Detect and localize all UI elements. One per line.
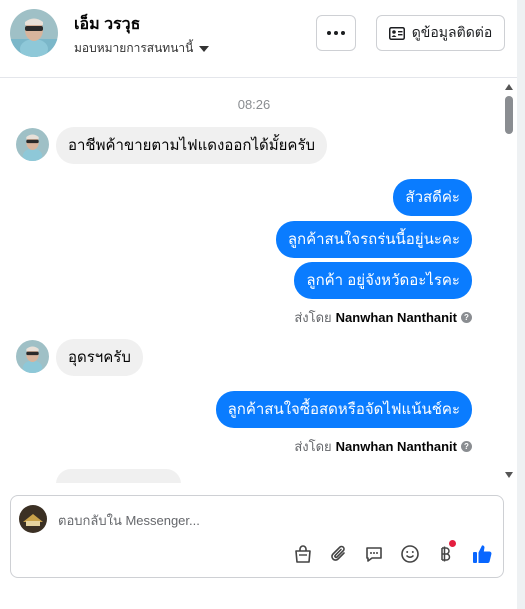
- saved-reply-icon[interactable]: [362, 542, 386, 566]
- conversation-panel: เอ็ม วรวุธ มอบหมายการสนทนานี้ ดูข้อมูลติ…: [0, 0, 517, 609]
- outgoing-message[interactable]: ลูกค้าสนใจซื้อสดหรือจัดไฟแน้นช์คะ: [215, 391, 472, 428]
- view-contact-info-label: ดูข้อมูลติดต่อ: [411, 24, 493, 40]
- sender-name: Nanwhan Nanthanit: [335, 310, 457, 325]
- paperclip-icon[interactable]: [327, 542, 351, 566]
- sent-by-prefix: ส่งโดย: [294, 310, 332, 325]
- scroll-thumb[interactable]: [505, 96, 513, 134]
- contact-avatar-small[interactable]: [16, 340, 49, 373]
- message-thread: 08:26 อาชีพค้าขายตามไฟแดงออกได้มั้ยครับ …: [0, 78, 517, 483]
- assign-conversation-label: มอบหมายการสนทนานี้: [74, 41, 194, 55]
- reply-composer: [10, 495, 504, 578]
- reply-input[interactable]: [58, 509, 478, 531]
- incoming-message-partial[interactable]: [56, 469, 181, 483]
- scroll-up-arrow-icon[interactable]: [505, 84, 513, 90]
- baht-payment-icon[interactable]: [433, 540, 457, 566]
- contact-avatar-small[interactable]: [16, 128, 49, 161]
- more-dots-icon: [327, 31, 345, 35]
- assign-conversation-dropdown[interactable]: มอบหมายการสนทนานี้: [74, 39, 210, 58]
- thumbs-up-icon[interactable]: [470, 542, 494, 566]
- sender-name: Nanwhan Nanthanit: [335, 439, 457, 454]
- conversation-header: เอ็ม วรวุธ มอบหมายการสนทนานี้ ดูข้อมูลติ…: [0, 0, 517, 78]
- message-timestamp: 08:26: [237, 97, 271, 112]
- outgoing-message[interactable]: ลูกค้า อยู่จังหวัดอะไรคะ: [294, 262, 472, 299]
- contact-avatar[interactable]: [10, 9, 58, 57]
- outgoing-message[interactable]: สัวสดีค่ะ: [393, 179, 472, 216]
- help-icon[interactable]: ?: [461, 312, 472, 323]
- emoji-icon[interactable]: [398, 542, 422, 566]
- scroll-down-arrow-icon[interactable]: [505, 472, 513, 478]
- contact-name[interactable]: เอ็ม วรวุธ: [74, 12, 140, 37]
- more-options-button[interactable]: [316, 15, 356, 51]
- outgoing-message[interactable]: ลูกค้าสนใจรถร่นนี้อยู่นะคะ: [275, 221, 472, 258]
- help-icon[interactable]: ?: [461, 441, 472, 452]
- incoming-message[interactable]: อาชีพค้าขายตามไฟแดงออกได้มั้ยครับ: [56, 127, 328, 164]
- contact-card-icon: [388, 26, 405, 40]
- thread-scrollbar[interactable]: [503, 78, 515, 483]
- view-contact-info-button[interactable]: ดูข้อมูลติดต่อ: [376, 15, 505, 51]
- chevron-down-icon: [199, 45, 210, 52]
- sent-by-label: ส่งโดย Nanwhan Nanthanit ?: [294, 436, 472, 457]
- page-avatar: [19, 505, 47, 533]
- notification-dot: [449, 540, 456, 547]
- sent-by-prefix: ส่งโดย: [294, 439, 332, 454]
- sent-by-label: ส่งโดย Nanwhan Nanthanit ?: [294, 307, 472, 328]
- shopping-bag-icon[interactable]: [291, 542, 315, 566]
- incoming-message[interactable]: อุดรฯครับ: [56, 339, 143, 376]
